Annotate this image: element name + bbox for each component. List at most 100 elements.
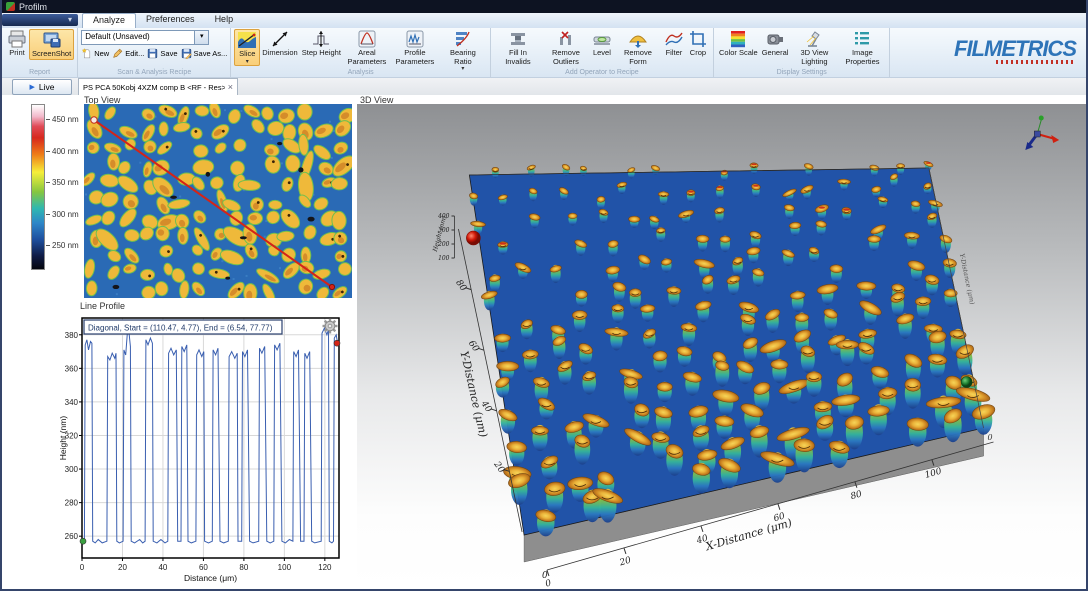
slice-start-marker-3d[interactable] xyxy=(466,231,480,245)
slice-end-marker-3d[interactable] xyxy=(961,377,972,388)
menu-tab-strip: AnalyzePreferencesHelp xyxy=(82,13,243,28)
x-tick-label: 40 xyxy=(158,563,167,572)
top-view-image[interactable] xyxy=(84,104,352,298)
color-scale-label: 250 nm xyxy=(46,241,79,250)
color-scale-bar xyxy=(31,104,45,270)
general-icon xyxy=(765,29,785,49)
remove-form-button[interactable]: Remove Form xyxy=(614,29,662,66)
profile-end-marker xyxy=(334,340,340,346)
profile-parameters-button[interactable]: Profile Parameters xyxy=(391,29,439,66)
x-tick-label: 0 xyxy=(80,563,85,572)
recipe-dropdown-arrow-icon[interactable]: ▾ xyxy=(194,31,208,44)
step-height-icon xyxy=(311,29,331,49)
step-height-label: Step Height xyxy=(302,49,341,58)
slice-end-marker[interactable] xyxy=(329,284,334,289)
group-caption-display-settings: Display Settings xyxy=(714,69,889,76)
save-as-button[interactable]: Save As... xyxy=(181,48,228,59)
menu-tab-analyze[interactable]: Analyze xyxy=(82,13,136,28)
remove-outliers-label: Remove Outliers xyxy=(544,49,588,66)
y-tick-label: 300 xyxy=(65,465,79,474)
save-button[interactable]: Save xyxy=(147,48,177,59)
ribbon-group-analysis: Slice▾DimensionStep HeightAreal Paramete… xyxy=(231,28,491,77)
document-tab[interactable]: PS PCA 50Kobj 4XZM comp B <RF - Res> × xyxy=(78,78,238,95)
height-axis: 400300200100Height (nm) xyxy=(431,213,454,262)
color-scale-button[interactable]: Color Scale xyxy=(717,29,760,58)
pillar-top-blob xyxy=(86,281,97,296)
filter-label: Filter xyxy=(666,49,683,58)
app-menu-button[interactable]: ▾ xyxy=(2,14,78,26)
ribbon-group-report: Print ScreenShot Report xyxy=(2,28,78,77)
image-properties-button[interactable]: Image Properties xyxy=(838,29,886,66)
y-axis-label-right: Y-Distance (μm) xyxy=(958,253,977,306)
fill-in-invalids-button[interactable]: Fill In Invalids xyxy=(494,29,542,66)
y-tick-label: 80 xyxy=(453,278,468,293)
remove-form-icon xyxy=(628,29,648,49)
slice-button[interactable]: Slice▾ xyxy=(234,29,260,66)
group-caption-report: Report xyxy=(2,69,77,76)
screenshot-label: ScreenShot xyxy=(32,50,71,59)
y-tick-label: 340 xyxy=(65,398,79,407)
edit-label: Edit... xyxy=(125,49,144,58)
ribbon-group-scan-analysis-recipe: Default (Unsaved)▾ New Edit...Save Save As.… xyxy=(78,28,231,77)
print-button[interactable]: Print xyxy=(5,29,29,58)
pillar-top-blob xyxy=(247,212,262,225)
pillar-top-blob xyxy=(332,211,347,230)
print-label: Print xyxy=(9,49,24,58)
recipe-dropdown[interactable]: Default (Unsaved)▾ xyxy=(81,30,209,45)
remove-outliers-button[interactable]: Remove Outliers xyxy=(542,29,590,66)
x-tick-label: 80 xyxy=(239,563,248,572)
bearing-ratio-button[interactable]: Bearing Ratio▾ xyxy=(439,29,487,72)
x-tick-label: 60 xyxy=(199,563,208,572)
level-label: Level xyxy=(593,49,611,58)
live-button[interactable]: ▶ Live xyxy=(12,79,72,95)
main-content: 450 nm400 nm350 nm300 nm250 nm Top View … xyxy=(2,95,1086,589)
save-as-icon xyxy=(181,48,192,59)
x-tick-label: 20 xyxy=(118,563,127,572)
bearing-ratio-icon xyxy=(453,29,473,49)
z-tick-label: 100 xyxy=(438,255,450,262)
crop-label: Crop xyxy=(690,49,706,58)
edit-button[interactable]: Edit... xyxy=(112,48,144,59)
areal-parameters-button[interactable]: Areal Parameters xyxy=(343,29,391,66)
3d-view-lighting-button[interactable]: 3D View Lighting xyxy=(790,29,838,66)
screenshot-button[interactable]: ScreenShot xyxy=(29,29,74,60)
ribbon-groups: Print ScreenShot Report Default (Unsaved)▾ N… xyxy=(2,28,1086,77)
y-axis-label: Height (nm) xyxy=(58,416,68,461)
image-properties-label: Image Properties xyxy=(840,49,884,66)
filmetrics-logo-text: FILMETRICS xyxy=(954,36,1076,61)
three-d-surface-plot[interactable]: 400300200100Height (nm)806040200Y-Distan… xyxy=(357,104,1086,589)
dimension-button[interactable]: Dimension xyxy=(260,29,299,58)
pillar-top-blob xyxy=(177,227,188,244)
general-button[interactable]: General xyxy=(760,29,791,58)
group-caption-add-operator-to-recipe: Add Operator to Recipe xyxy=(491,69,713,76)
three-d-view[interactable]: 400300200100Height (nm)806040200Y-Distan… xyxy=(357,104,1086,589)
profile-parameters-icon xyxy=(405,29,425,49)
crop-button[interactable]: Crop xyxy=(686,29,710,58)
close-tab-icon[interactable]: × xyxy=(228,82,233,92)
pillar-top-blob xyxy=(156,226,170,241)
menu-tab-help[interactable]: Help xyxy=(205,13,244,28)
image-properties-icon xyxy=(852,29,872,49)
ribbon-toolbar: Print ScreenShot Report Default (Unsaved)▾ N… xyxy=(2,28,1086,78)
x-tick-label: 80 xyxy=(850,489,864,502)
group-caption-scan-analysis-recipe: Scan & Analysis Recipe xyxy=(78,69,230,76)
step-height-button[interactable]: Step Height xyxy=(300,29,343,58)
x-axis-label: Distance (μm) xyxy=(184,573,237,583)
play-icon: ▶ xyxy=(30,83,35,91)
gear-icon[interactable] xyxy=(323,319,338,334)
pillar-top-blob xyxy=(159,122,168,136)
slice-start-marker[interactable] xyxy=(91,117,97,123)
new-button[interactable]: New xyxy=(81,48,109,59)
profile-parameters-label: Profile Parameters xyxy=(393,49,437,66)
menu-tab-preferences[interactable]: Preferences xyxy=(136,13,205,28)
x-tick-label: 0 xyxy=(544,578,553,589)
filmetrics-logo: FILMETRICS xyxy=(954,36,1076,64)
bearing-ratio-label: Bearing Ratio xyxy=(441,49,485,66)
pillar-top-blob xyxy=(268,200,282,209)
level-button[interactable]: Level xyxy=(590,29,614,58)
orientation-gizmo-icon[interactable] xyxy=(1025,116,1059,151)
filter-button[interactable]: Filter xyxy=(662,29,686,58)
tab-strip: ▶ Live PS PCA 50Kobj 4XZM comp B <RF - R… xyxy=(2,78,1086,95)
edit-icon xyxy=(112,48,123,59)
line-profile-chart[interactable]: 020406080100120260280300320340360380Dist… xyxy=(58,310,348,588)
